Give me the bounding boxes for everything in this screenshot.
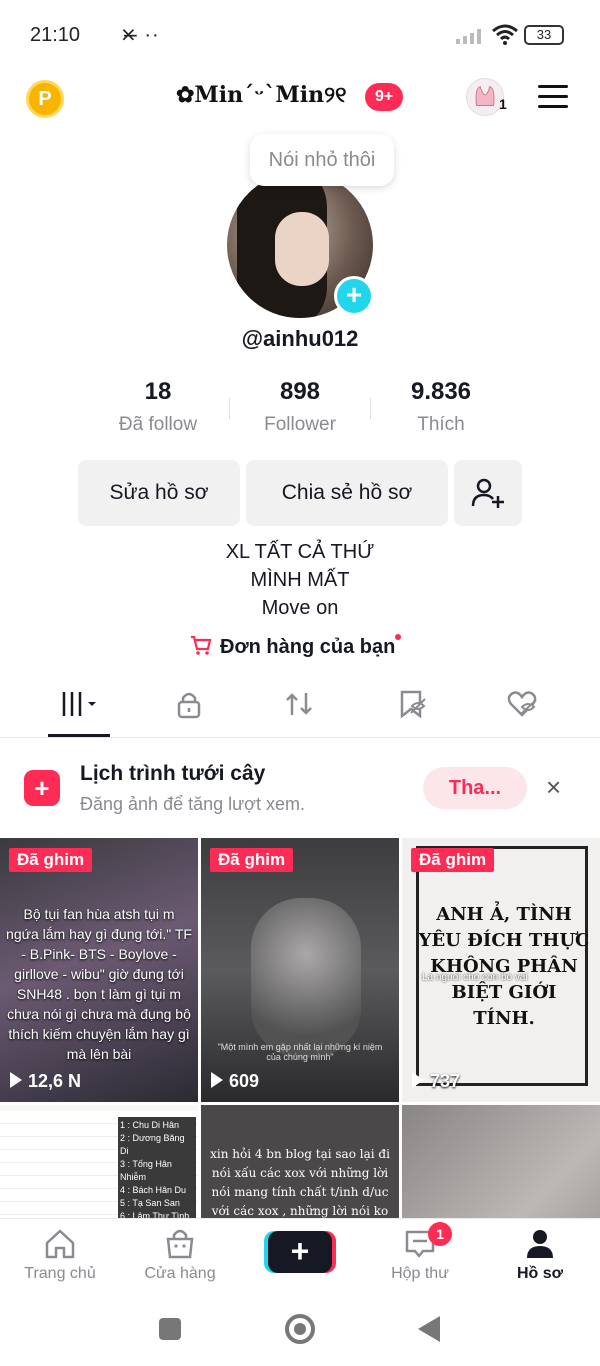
profile-header: P ✿Min´ᵕ`Min୨୧ 9+ 1 <box>0 72 600 132</box>
video-caption: 1 : Chu Di Hân 2 : Dương Băng Di 3 : Tốn… <box>118 1117 196 1218</box>
view-count: 609 <box>211 1071 259 1092</box>
bookmark-hidden-icon <box>400 690 426 719</box>
heart-hidden-icon <box>507 691 537 717</box>
wifi-icon <box>492 24 518 45</box>
profile-bio: XL TẤT CẢ THỨ MÌNH MẤT Move on <box>225 541 375 619</box>
video-thumbnail[interactable]: Đã ghim ANH Ả, TÌNH YÊU ĐÍCH THỰC KHÔNG … <box>402 838 600 1102</box>
grid-icon <box>62 692 96 716</box>
edit-profile-button[interactable]: Sửa hồ sơ <box>78 460 240 526</box>
video-thumbnail[interactable]: 1 : Chu Di Hân 2 : Dương Băng Di 3 : Tốn… <box>0 1105 198 1218</box>
repost-icon <box>286 693 312 715</box>
stat-followers[interactable]: 898 Follower <box>230 378 370 436</box>
video-thumbnail[interactable]: Đã ghim "Một mình em gặp nhất lại những … <box>201 838 399 1102</box>
play-icon <box>412 1072 424 1088</box>
recents-icon[interactable] <box>159 1318 181 1340</box>
video-caption: "Một mình em gặp nhất lại những kí niệm … <box>217 1042 383 1062</box>
inbox-badge: 1 <box>428 1222 452 1246</box>
tab-videos[interactable] <box>50 688 110 728</box>
add-friend-button[interactable] <box>454 460 522 526</box>
video-grid: Đã ghim Bộ tụi fan hùa atsh tụi m ngứa l… <box>0 838 600 1218</box>
tab-reposts[interactable] <box>269 688 329 728</box>
video-caption: xin hỏi 4 bn blog tại sao lại đi nói xấu… <box>210 1147 390 1218</box>
create-button[interactable]: + <box>268 1231 332 1273</box>
profile-icon <box>527 1230 553 1258</box>
share-profile-button[interactable]: Chia sẻ hồ sơ <box>246 460 448 526</box>
close-icon[interactable]: × <box>546 772 561 803</box>
active-tab-indicator <box>48 734 110 737</box>
orders-notification-dot <box>395 634 402 640</box>
add-story-button[interactable]: + <box>334 276 374 316</box>
play-icon <box>211 1072 223 1088</box>
nav-profile[interactable]: Hồ sơ <box>480 1227 600 1283</box>
video-caption: ANH Ả, TÌNH YÊU ĐÍCH THỰC KHÔNG PHÂN BIỆ… <box>418 904 590 1029</box>
home-icon <box>45 1229 75 1259</box>
shop-icon <box>166 1229 194 1259</box>
pinned-badge: Đã ghim <box>411 848 495 872</box>
play-icon <box>10 1072 22 1088</box>
add-post-icon: + <box>24 770 60 806</box>
status-extra: ⨯̶ ·· <box>120 24 160 46</box>
nav-inbox[interactable]: Hộp thư <box>360 1227 480 1283</box>
profile-tabs <box>0 680 600 738</box>
promo-title: Lịch trình tưới cây <box>80 762 266 785</box>
watering-promo-banner: + Lịch trình tưới cây Đăng ảnh để tăng l… <box>0 738 600 838</box>
signal-icon <box>456 29 481 44</box>
bottom-nav: Trang chủ Cửa hàng + Hộp thư 1 Hồ sơ <box>0 1218 600 1296</box>
view-count: 737 <box>412 1071 460 1092</box>
tab-favorites[interactable] <box>382 688 442 728</box>
account-name[interactable]: ✿Min´ᵕ`Min୨୧ <box>176 82 347 108</box>
nav-shop[interactable]: Cửa hàng <box>120 1227 240 1283</box>
video-subcaption: La nguoi cho con bo vai <box>422 972 528 983</box>
nav-home[interactable]: Trang chủ <box>0 1227 120 1283</box>
profile-handle: @ainhu012 <box>241 326 359 351</box>
video-thumbnail[interactable] <box>402 1105 600 1218</box>
video-thumbnail[interactable]: Đã ghim Bộ tụi fan hùa atsh tụi m ngứa l… <box>0 838 198 1102</box>
lock-icon <box>177 692 201 719</box>
menu-icon[interactable] <box>538 85 568 109</box>
clock: 21:10 <box>30 24 81 46</box>
orders-link[interactable]: Đơn hàng của bạn <box>190 634 402 664</box>
note-bubble[interactable]: Nói nhỏ thôi <box>250 134 394 186</box>
stat-following[interactable]: 18 Đã follow <box>88 378 228 436</box>
pinned-badge: Đã ghim <box>9 848 93 872</box>
video-thumbnail[interactable]: xin hỏi 4 bn blog tại sao lại đi nói xấu… <box>201 1105 399 1218</box>
pinned-badge: Đã ghim <box>210 848 294 872</box>
account-switch-badge[interactable]: 9+ <box>365 83 404 111</box>
video-caption: Bộ tụi fan hùa atsh tụi m ngứa lắm hay g… <box>6 906 192 1062</box>
battery-icon: 33 <box>524 25 564 45</box>
view-count: 12,6 N <box>10 1071 81 1092</box>
stat-likes[interactable]: 9.836 Thích <box>371 378 511 436</box>
system-nav-bar <box>0 1296 600 1366</box>
cart-icon <box>191 635 212 655</box>
home-circle-icon[interactable] <box>285 1314 315 1344</box>
promo-join-button[interactable]: Tha... <box>423 767 527 809</box>
status-bar: 21:10 ⨯̶ ·· 33 <box>0 0 600 72</box>
profile-stats: 18 Đã follow 898 Follower 9.836 Thích <box>0 378 600 448</box>
coin-icon[interactable]: P <box>26 80 64 118</box>
tab-private[interactable] <box>159 688 219 728</box>
add-user-icon <box>471 478 504 508</box>
promo-subtitle: Đăng ảnh để tăng lượt xem. <box>80 794 305 814</box>
back-icon[interactable] <box>418 1316 440 1342</box>
friends-count: 1 <box>499 96 507 112</box>
tab-liked[interactable] <box>492 688 552 728</box>
